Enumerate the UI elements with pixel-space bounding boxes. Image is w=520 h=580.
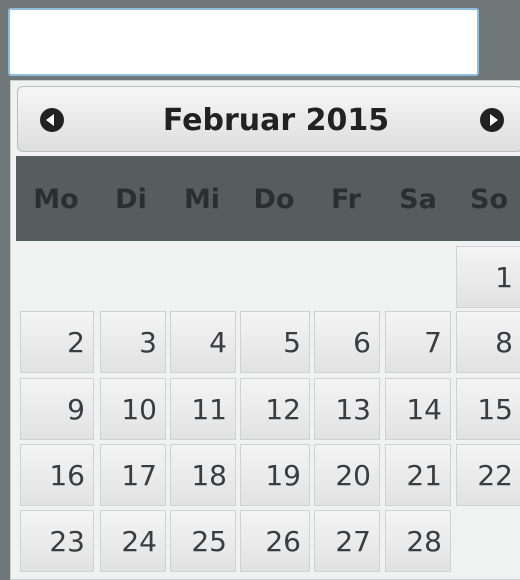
- date-input[interactable]: [8, 8, 479, 76]
- day-cell-6[interactable]: 6: [314, 311, 380, 373]
- weekday-mi: Mi: [183, 184, 221, 215]
- day-cell-17[interactable]: 17: [100, 444, 166, 506]
- day-cell-16[interactable]: 16: [20, 444, 94, 506]
- day-cell-14[interactable]: 14: [385, 378, 451, 440]
- day-cell-3[interactable]: 3: [100, 311, 166, 373]
- day-cell-9[interactable]: 9: [20, 378, 94, 440]
- day-cell-15[interactable]: 15: [456, 378, 520, 440]
- day-cell-12[interactable]: 12: [240, 378, 310, 440]
- weekday-so: So: [470, 184, 508, 215]
- day-cell-19[interactable]: 19: [240, 444, 310, 506]
- weekday-sa: Sa: [399, 184, 437, 215]
- day-cell-5[interactable]: 5: [240, 311, 310, 373]
- day-cell-22[interactable]: 22: [456, 444, 520, 506]
- weekday-fr: Fr: [330, 184, 362, 215]
- day-cell-18[interactable]: 18: [170, 444, 236, 506]
- day-cell-26[interactable]: 26: [240, 510, 310, 572]
- next-month-icon[interactable]: [480, 108, 504, 132]
- weekday-header-row: Mo Di Mi Do Fr Sa So: [16, 156, 520, 241]
- day-cell-1[interactable]: 1: [456, 246, 520, 308]
- datepicker-header: Februar 2015: [17, 86, 520, 152]
- month-year-title: Februar 2015: [162, 103, 390, 138]
- day-cell-28[interactable]: 28: [385, 510, 451, 572]
- weekday-mo: Mo: [33, 184, 79, 215]
- day-cell-2[interactable]: 2: [20, 311, 94, 373]
- day-cell-23[interactable]: 23: [20, 510, 94, 572]
- day-cell-24[interactable]: 24: [100, 510, 166, 572]
- day-cell-20[interactable]: 20: [314, 444, 380, 506]
- day-cell-11[interactable]: 11: [170, 378, 236, 440]
- day-cell-10[interactable]: 10: [100, 378, 166, 440]
- day-cell-21[interactable]: 21: [385, 444, 451, 506]
- day-cell-8[interactable]: 8: [456, 311, 520, 373]
- day-cell-4[interactable]: 4: [170, 311, 236, 373]
- weekday-di: Di: [115, 184, 147, 215]
- day-cell-27[interactable]: 27: [314, 510, 380, 572]
- day-cell-25[interactable]: 25: [170, 510, 236, 572]
- weekday-do: Do: [253, 184, 295, 215]
- day-cell-7[interactable]: 7: [385, 311, 451, 373]
- day-cell-13[interactable]: 13: [314, 378, 380, 440]
